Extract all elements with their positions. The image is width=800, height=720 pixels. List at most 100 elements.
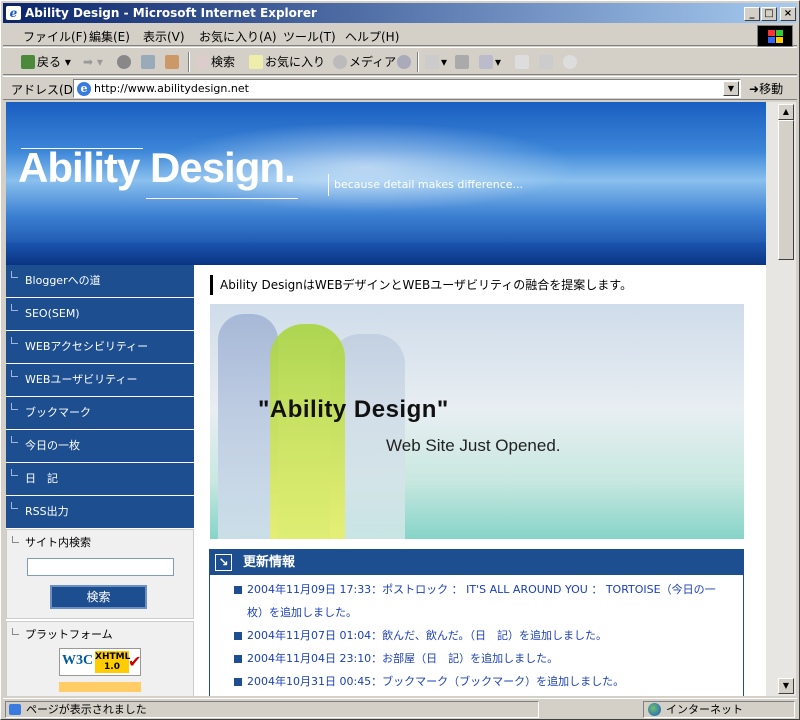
news-item[interactable]: 2004年11月09日 17:33：ポストロック ： IT'S ALL AROU… xyxy=(232,578,722,624)
news-item-text[interactable]: 2004年11月04日 23:10：お部屋（日 記）を追加しました。 xyxy=(247,652,558,665)
nav-item-blogger[interactable]: Bloggerへの道 xyxy=(6,265,194,298)
maximize-button[interactable]: □ xyxy=(761,7,777,21)
search-label: 検索 xyxy=(211,55,236,69)
stop-button[interactable] xyxy=(117,53,133,71)
news-item-text[interactable]: 2004年10月31日 00:45：ブックマーク（ブックマーク）を追加しました。 xyxy=(247,675,624,688)
scroll-thumb[interactable] xyxy=(778,120,794,260)
go-label: 移動 xyxy=(759,82,784,96)
media-button[interactable]: メディア xyxy=(333,53,396,71)
w3c-xhtml-badge[interactable]: W3C XHTML 1.0 ✔ xyxy=(59,648,141,676)
mail-button[interactable]: ▾ xyxy=(425,53,447,71)
site-search-button[interactable]: 検索 xyxy=(50,585,147,609)
nav-label: Bloggerへの道 xyxy=(25,274,101,287)
news-item[interactable]: 2004年11月07日 01:04：飲んだ、飲んだ。（日 記）を追加しました。 xyxy=(232,624,722,647)
site-banner: Ability Design. because detail makes dif… xyxy=(6,102,766,265)
menu-edit[interactable]: 編集(E) xyxy=(89,28,130,45)
news-panel: ↘ 更新情報 2004年11月09日 17:33：ポストロック ： IT'S A… xyxy=(209,549,744,696)
browser-window: e Ability Design - Microsoft Internet Ex… xyxy=(0,0,800,720)
bullet-icon xyxy=(12,628,19,635)
page-done-icon xyxy=(9,704,21,715)
minimize-button[interactable]: _ xyxy=(744,7,760,21)
bullet-icon xyxy=(12,536,19,543)
nav-item-photo[interactable]: 今日の一枚 xyxy=(6,430,194,463)
bullet-icon xyxy=(11,502,18,509)
site-tagline: because detail makes difference... xyxy=(328,174,523,196)
globe-icon xyxy=(648,703,661,716)
discuss-icon xyxy=(515,55,529,69)
news-item-text[interactable]: 2004年11月07日 01:04：飲んだ、飲んだ。（日 記）を追加しました。 xyxy=(247,629,607,642)
news-item-text[interactable]: 2004年11月09日 17:33：ポストロック ： IT'S ALL AROU… xyxy=(247,583,716,619)
bullet-icon xyxy=(11,403,18,410)
page-icon: e xyxy=(77,82,91,96)
media-icon xyxy=(333,55,347,69)
discuss-button[interactable] xyxy=(515,53,531,71)
site-search-input[interactable] xyxy=(27,558,174,576)
forward-button[interactable]: ➡ ▾ xyxy=(83,53,103,71)
bullet-icon xyxy=(234,678,242,686)
favorites-button[interactable]: お気に入り xyxy=(249,53,325,71)
nav-item-bookmark[interactable]: ブックマーク xyxy=(6,397,194,430)
window-title: Ability Design - Microsoft Internet Expl… xyxy=(25,6,317,20)
hero-subtitle: Web Site Just Opened. xyxy=(386,436,561,455)
history-icon xyxy=(397,55,411,69)
home-button[interactable] xyxy=(165,53,181,71)
news-item[interactable]: 2004年11月04日 23:10：お部屋（日 記）を追加しました。 xyxy=(232,647,722,670)
menu-view[interactable]: 表示(V) xyxy=(143,28,185,45)
nav-item-rss[interactable]: RSS出力 xyxy=(6,496,194,529)
news-item[interactable]: 2004年10月31日 00:45：ブックマーク（ブックマーク）を追加しました。 xyxy=(232,670,722,693)
refresh-icon xyxy=(141,55,155,69)
address-dropdown-button[interactable]: ▼ xyxy=(723,81,739,96)
nav-item-diary[interactable]: 日 記 xyxy=(6,463,194,496)
scroll-up-button[interactable]: ▲ xyxy=(778,104,794,120)
page-content: Ability Design. because detail makes dif… xyxy=(6,102,766,696)
print-button[interactable] xyxy=(455,53,471,71)
favorites-icon xyxy=(249,55,263,69)
status-text: ページが表示されました xyxy=(26,703,147,716)
refresh-button[interactable] xyxy=(141,53,157,71)
print-icon xyxy=(455,55,469,69)
zone-text: インターネット xyxy=(666,703,743,716)
nav-label: 今日の一枚 xyxy=(25,439,80,452)
close-button[interactable]: × xyxy=(780,7,796,21)
address-field[interactable]: e ▼ xyxy=(73,79,741,98)
nav-item-seo[interactable]: SEO(SEM) xyxy=(6,298,194,331)
menu-file[interactable]: ファイル(F) xyxy=(23,28,87,45)
xhtml-text: XHTML xyxy=(95,652,131,662)
go-button[interactable]: ➜移動 xyxy=(749,80,783,97)
nav-item-accessibility[interactable]: WEBアクセシビリティー xyxy=(6,331,194,364)
second-badge[interactable] xyxy=(59,682,141,692)
nav-label: WEBユーザビリティー xyxy=(25,373,138,386)
favorites-label: お気に入り xyxy=(265,55,326,69)
bullet-icon xyxy=(234,655,242,663)
xhtml-version: 1.0 xyxy=(104,662,120,672)
nav-item-usability[interactable]: WEBユーザビリティー xyxy=(6,364,194,397)
bullet-icon xyxy=(11,370,18,377)
messenger-button[interactable] xyxy=(563,53,579,71)
back-label: 戻る xyxy=(37,55,62,69)
bullet-icon xyxy=(11,337,18,344)
search-button[interactable]: 検索 xyxy=(195,53,235,71)
bullet-icon xyxy=(11,469,18,476)
history-button[interactable] xyxy=(397,53,413,71)
research-button[interactable] xyxy=(539,53,555,71)
bullet-icon xyxy=(234,586,242,594)
back-button[interactable]: 戻る ▾ xyxy=(21,53,71,71)
research-icon xyxy=(539,55,553,69)
windows-logo-icon xyxy=(757,25,793,47)
menu-help[interactable]: ヘルプ(H) xyxy=(345,28,399,45)
nav-label: WEBアクセシビリティー xyxy=(25,340,149,353)
site-logo[interactable]: Ability Design. xyxy=(18,144,296,192)
bullet-icon xyxy=(11,436,18,443)
scroll-down-button[interactable]: ▼ xyxy=(778,678,794,694)
status-text-pane: ページが表示されました xyxy=(5,701,539,718)
menu-favorites[interactable]: お気に入り(A) xyxy=(199,28,277,45)
hero-image: "Ability Design" Web Site Just Opened. xyxy=(210,304,744,539)
menu-tools[interactable]: ツール(T) xyxy=(283,28,336,45)
edit-button[interactable]: ▾ xyxy=(479,53,501,71)
vertical-scrollbar[interactable]: ▲ ▼ xyxy=(766,102,796,696)
checkmark-icon: ✔ xyxy=(128,652,142,671)
arrow-down-right-icon: ↘ xyxy=(215,554,232,571)
mail-icon xyxy=(425,55,439,69)
home-icon xyxy=(165,55,179,69)
address-input[interactable] xyxy=(94,81,714,96)
